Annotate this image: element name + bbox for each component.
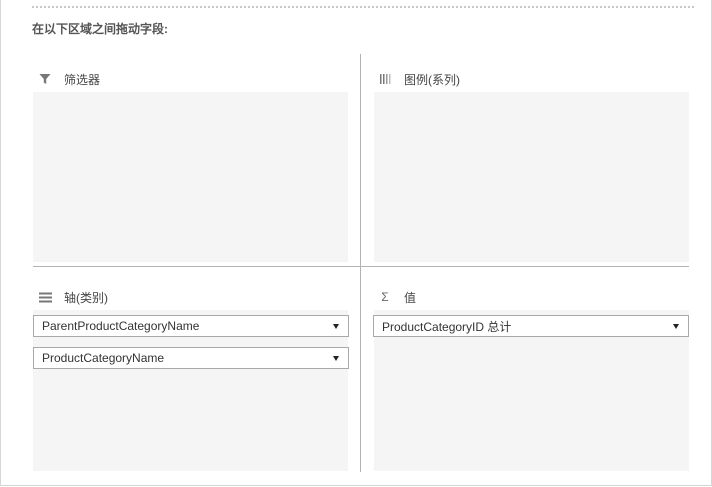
dotted-separator bbox=[32, 6, 694, 8]
vertical-divider bbox=[360, 54, 361, 472]
axis-zone-label: 轴(类别) bbox=[64, 290, 108, 305]
filters-drop-area[interactable] bbox=[33, 92, 348, 262]
legend-drop-area[interactable] bbox=[374, 92, 689, 262]
horizontal-divider bbox=[33, 266, 689, 267]
axis-field-parent-product-category-name[interactable]: ParentProductCategoryName bbox=[33, 315, 349, 337]
legend-series-icon bbox=[378, 72, 392, 86]
axis-category-icon bbox=[38, 290, 52, 304]
legend-zone-header: 图例(系列) bbox=[378, 70, 460, 88]
dropdown-caret-icon[interactable] bbox=[673, 323, 679, 329]
legend-zone-label: 图例(系列) bbox=[404, 72, 460, 87]
field-label: ProductCategoryName bbox=[42, 351, 165, 365]
dropdown-caret-icon[interactable] bbox=[333, 323, 339, 329]
field-label: ProductCategoryID 总计 bbox=[382, 319, 512, 334]
axis-zone-header: 轴(类别) bbox=[38, 288, 108, 306]
sigma-icon: Σ bbox=[381, 290, 389, 304]
drag-fields-heading: 在以下区域之间拖动字段: bbox=[32, 22, 168, 36]
values-zone-header: Σ 值 bbox=[378, 288, 416, 306]
values-field-product-category-id-sum[interactable]: ProductCategoryID 总计 bbox=[373, 315, 689, 337]
field-label: ParentProductCategoryName bbox=[42, 319, 200, 333]
axis-field-product-category-name[interactable]: ProductCategoryName bbox=[33, 347, 349, 369]
filters-zone-label: 筛选器 bbox=[64, 72, 101, 87]
filters-zone-header: 筛选器 bbox=[38, 70, 100, 88]
dropdown-caret-icon[interactable] bbox=[333, 355, 339, 361]
filter-icon bbox=[38, 72, 52, 86]
values-zone-label: 值 bbox=[404, 290, 417, 305]
